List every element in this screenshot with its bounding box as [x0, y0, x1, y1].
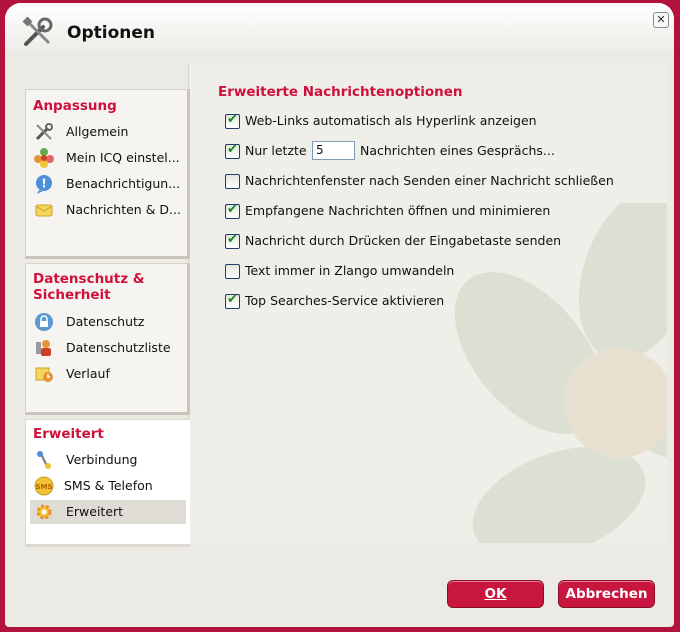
sidebar-item-label: Benachrichtigun... [66, 176, 181, 191]
sidebar-item-mein-icq[interactable]: Mein ICQ einstel... [30, 146, 180, 170]
sidebar-item-erweitert[interactable]: Erweitert [30, 500, 186, 524]
sidebar-item-datenschutzliste[interactable]: Datenschutzliste [30, 336, 180, 360]
sidebar-item-allgemein[interactable]: Allgemein [30, 120, 180, 144]
group-title-anpassung: Anpassung [33, 98, 117, 114]
sidebar-item-label: Erweitert [66, 504, 124, 519]
sidebar-item-label: SMS & Telefon [64, 478, 153, 493]
tools-icon [22, 16, 53, 46]
web-links-checkbox[interactable]: ✔ [225, 113, 240, 129]
sidebar-item-label: Allgemein [66, 124, 129, 139]
close-window-label: Nachrichtenfenster nach Senden einer Nac… [245, 173, 614, 188]
open-minimize-label: Empfangene Nachrichten öffnen und minimi… [245, 203, 551, 218]
open-minimize-checkbox[interactable]: ✔ [225, 203, 240, 219]
sidebar-item-verlauf[interactable]: Verlauf [30, 362, 180, 386]
sidebar-item-label: Mein ICQ einstel... [66, 150, 180, 165]
group-title-erweitert: Erweitert [33, 426, 104, 442]
lock-icon [35, 313, 53, 331]
window-title: Optionen [67, 23, 155, 43]
title-bar: Optionen ✕ [5, 3, 674, 55]
sidebar-item-sms-telefon[interactable]: SMS SMS & Telefon [30, 474, 180, 498]
cancel-button[interactable]: Abbrechen [558, 580, 655, 608]
gear-icon [36, 504, 52, 520]
message-icon [35, 204, 53, 217]
close-icon[interactable]: ✕ [653, 12, 669, 28]
message-count-input[interactable]: 5 [312, 141, 355, 160]
options-window: Optionen ✕ Erweiterte Nachrichtenoptione… [5, 3, 674, 627]
svg-text:!: ! [41, 177, 46, 191]
zlango-checkbox[interactable] [225, 264, 240, 279]
connection-icon [37, 451, 51, 469]
sidebar-item-verbindung[interactable]: Verbindung [30, 448, 180, 472]
sidebar-item-label: Verlauf [66, 366, 110, 381]
user-list-icon [36, 340, 51, 356]
tools-icon [35, 123, 53, 141]
enter-send-label: Nachricht durch Drücken der Eingabetaste… [245, 233, 562, 248]
sidebar-item-label: Verbindung [66, 452, 138, 467]
settings-sidebar: Anpassung Allgemein Mein ICQ einstel... … [25, 89, 190, 547]
sidebar-group-erweitert: Erweitert Verbindung SMS SMS & Telefon E… [25, 419, 190, 547]
last-messages-checkbox[interactable]: ✔ [225, 143, 240, 159]
top-searches-checkbox[interactable]: ✔ [225, 293, 240, 309]
sidebar-group-anpassung: Anpassung Allgemein Mein ICQ einstel... … [25, 89, 190, 259]
sidebar-item-label: Datenschutzliste [66, 340, 171, 355]
history-icon [35, 367, 53, 382]
section-title: Erweiterte Nachrichtenoptionen [218, 84, 463, 100]
close-window-checkbox[interactable] [225, 174, 240, 189]
enter-send-checkbox[interactable]: ✔ [225, 233, 240, 249]
last-messages-after-label: Nachrichten eines Gesprächs... [360, 143, 555, 158]
sidebar-item-datenschutz[interactable]: Datenschutz [30, 310, 180, 334]
icq-flower-watermark [454, 203, 667, 543]
sidebar-item-benachrichtigungen[interactable]: ! Benachrichtigun... [30, 172, 180, 196]
sidebar-item-label: Nachrichten & D... [66, 202, 181, 217]
flower-icon [34, 148, 54, 168]
zlango-label: Text immer in Zlango umwandeln [245, 263, 455, 278]
sms-icon: SMS [34, 476, 54, 496]
sidebar-group-datenschutz: Datenschutz & Sicherheit Datenschutz Dat… [25, 263, 190, 415]
sidebar-item-label: Datenschutz [66, 314, 145, 329]
top-searches-label: Top Searches-Service aktivieren [245, 293, 445, 308]
svg-text:SMS: SMS [35, 483, 52, 491]
last-messages-label: Nur letzte [245, 143, 307, 158]
settings-content: Erweiterte Nachrichtenoptionen ✔ Web-Lin… [188, 63, 667, 543]
group-title-datenschutz: Datenschutz & Sicherheit [33, 271, 145, 303]
web-links-label: Web-Links automatisch als Hyperlink anze… [245, 113, 537, 128]
info-icon: ! [36, 175, 52, 194]
sidebar-item-nachrichten[interactable]: Nachrichten & D... [30, 198, 181, 222]
ok-button[interactable]: OK [447, 580, 544, 608]
